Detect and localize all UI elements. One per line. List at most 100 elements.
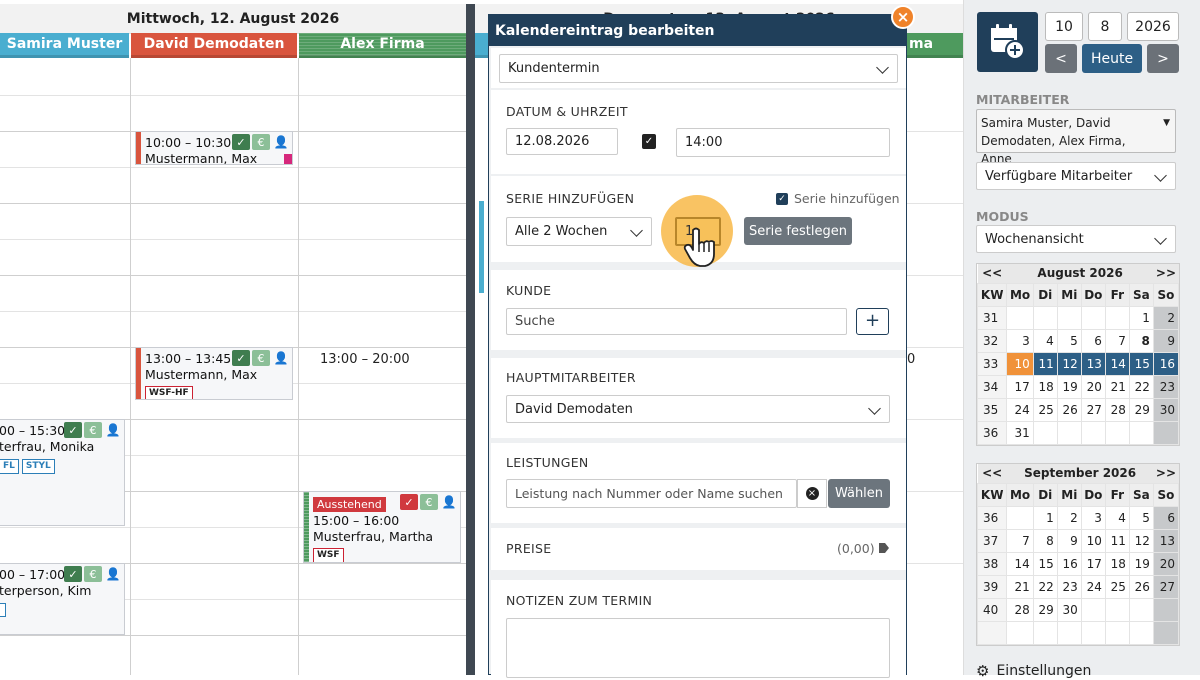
column-alex-firma[interactable]: Alex Firma: [299, 33, 466, 58]
day-cell[interactable]: 8: [1032, 528, 1058, 553]
day-cell[interactable]: 7: [1006, 528, 1034, 553]
event-mustermann-max-1300[interactable]: 13:00 – 13:45 Mustermann, Max WSF-HF ✓ €…: [135, 347, 293, 400]
day-cell[interactable]: 7: [1104, 328, 1130, 353]
week-number[interactable]: 34: [976, 374, 1008, 399]
settings-link[interactable]: ⚙ Einstellungen: [976, 662, 1091, 680]
mode-select[interactable]: Wochenansicht: [976, 225, 1176, 253]
day-cell[interactable]: 28: [1104, 397, 1130, 422]
week-number[interactable]: 38: [976, 551, 1008, 576]
week-number[interactable]: 36: [976, 420, 1008, 445]
day-cell[interactable]: 22: [1032, 574, 1058, 599]
day-cell[interactable]: 11: [1032, 351, 1058, 376]
day-cell[interactable]: 14: [1104, 351, 1130, 376]
day-cell[interactable]: 23: [1152, 374, 1180, 399]
column-david-demodaten[interactable]: David Demodaten: [131, 33, 297, 58]
day-cell[interactable]: 25: [1104, 574, 1130, 599]
week-number[interactable]: 35: [976, 397, 1008, 422]
day-cell[interactable]: 27: [1080, 397, 1106, 422]
event-mustermann-max-1000[interactable]: 10:00 – 10:30 Mustermann, Max ✓ € 👤: [135, 131, 293, 165]
event-musterperson-kim[interactable]: 00 – 17:00 terperson, Kim ✓ € 👤: [0, 563, 125, 635]
day-cell[interactable]: 14: [1006, 551, 1034, 576]
day-cell[interactable]: 21: [1104, 374, 1130, 399]
date-input[interactable]: 12.08.2026: [506, 128, 618, 155]
week-number[interactable]: [976, 620, 1008, 645]
series-checkbox[interactable]: ✓: [776, 193, 788, 205]
event-strip-day2[interactable]: [479, 201, 484, 293]
customer-search-input[interactable]: Suche: [506, 308, 847, 335]
day-cell[interactable]: 19: [1056, 374, 1082, 399]
day-cell[interactable]: 30: [1152, 397, 1180, 422]
next-month-button[interactable]: >>: [1153, 264, 1179, 283]
close-dialog-button[interactable]: ×: [891, 5, 915, 29]
series-checkbox-label[interactable]: Serie hinzufügen: [794, 191, 900, 206]
set-series-button[interactable]: Serie festlegen: [744, 217, 852, 245]
week-number[interactable]: 40: [976, 597, 1008, 622]
day-cell[interactable]: 22: [1128, 374, 1154, 399]
day-input[interactable]: 10: [1045, 12, 1083, 41]
day-cell[interactable]: 16: [1152, 351, 1180, 376]
day-cell[interactable]: 13: [1080, 351, 1106, 376]
series-interval-select[interactable]: Alle 2 Wochen: [506, 217, 652, 246]
day-cell[interactable]: 9: [1056, 528, 1082, 553]
day-cell[interactable]: 11: [1104, 528, 1130, 553]
time-input[interactable]: 14:00: [676, 128, 890, 157]
day-cell[interactable]: 18: [1032, 374, 1058, 399]
day-cell[interactable]: 26: [1056, 397, 1082, 422]
day-cell[interactable]: 8: [1128, 328, 1154, 353]
event-alex-block-time[interactable]: 13:00 – 20:00: [320, 352, 410, 367]
day-cell[interactable]: 17: [1006, 374, 1034, 399]
day-cell[interactable]: 19: [1128, 551, 1154, 576]
clear-icon[interactable]: ×: [797, 479, 827, 508]
week-number[interactable]: 36: [976, 505, 1008, 530]
day-cell[interactable]: 16: [1056, 551, 1082, 576]
day-cell[interactable]: 4: [1032, 328, 1058, 353]
day-cell[interactable]: 20: [1080, 374, 1106, 399]
day-cell[interactable]: 26: [1128, 574, 1154, 599]
add-customer-button[interactable]: +: [856, 308, 889, 335]
next-button[interactable]: >: [1147, 44, 1179, 73]
day-cell[interactable]: 17: [1080, 551, 1106, 576]
day-cell[interactable]: 10: [1006, 351, 1034, 376]
day-cell[interactable]: 4: [1104, 505, 1130, 530]
event-musterfrau-monika[interactable]: 00 – 15:30 terfrau, Monika FL STYL ✓ € 👤: [0, 419, 125, 526]
day-cell[interactable]: 6: [1152, 505, 1180, 530]
calendar-check-icon[interactable]: ✓: [642, 134, 656, 149]
day-cell[interactable]: 20: [1152, 551, 1180, 576]
day-cell[interactable]: 29: [1128, 397, 1154, 422]
prev-month-button[interactable]: <<: [977, 264, 1007, 283]
day-cell[interactable]: 2: [1152, 305, 1180, 330]
choose-services-button[interactable]: Wählen: [828, 479, 890, 508]
notes-textarea[interactable]: [506, 618, 890, 678]
day-cell[interactable]: 12: [1128, 528, 1154, 553]
day-cell[interactable]: 12: [1056, 351, 1082, 376]
week-number[interactable]: 39: [976, 574, 1008, 599]
column-alex-day2[interactable]: ma: [907, 33, 963, 58]
day-cell[interactable]: 13: [1152, 528, 1180, 553]
day-cell[interactable]: 24: [1080, 574, 1106, 599]
month-input[interactable]: 8: [1088, 12, 1122, 41]
day-cell[interactable]: 5: [1128, 505, 1154, 530]
week-number[interactable]: 37: [976, 528, 1008, 553]
day-cell[interactable]: 10: [1080, 528, 1106, 553]
day-cell[interactable]: 15: [1032, 551, 1058, 576]
day-cell[interactable]: 5: [1056, 328, 1082, 353]
column-samira-muster[interactable]: Samira Muster: [0, 33, 129, 58]
event-musterfrau-martha[interactable]: Ausstehend 15:00 – 16:00 Musterfrau, Mar…: [303, 491, 461, 563]
prev-month-button[interactable]: <<: [977, 464, 1007, 483]
week-number[interactable]: 31: [976, 305, 1008, 330]
year-input[interactable]: 2026: [1127, 12, 1179, 41]
prev-button[interactable]: <: [1045, 44, 1077, 73]
day-cell[interactable]: 23: [1056, 574, 1082, 599]
day-cell[interactable]: 25: [1032, 397, 1058, 422]
day-cell[interactable]: 18: [1104, 551, 1130, 576]
day-cell[interactable]: 30: [1056, 597, 1082, 622]
day-cell[interactable]: 2: [1056, 505, 1082, 530]
day-cell[interactable]: 6: [1080, 328, 1106, 353]
day-cell[interactable]: 21: [1006, 574, 1034, 599]
new-appointment-button[interactable]: [977, 12, 1038, 72]
day-cell[interactable]: 31: [1006, 420, 1034, 445]
day-cell[interactable]: 1: [1032, 505, 1058, 530]
day-cell[interactable]: 1: [1128, 305, 1154, 330]
day-cell[interactable]: 3: [1080, 505, 1106, 530]
staff-multiselect[interactable]: Samira Muster, David Demodaten, Alex Fir…: [976, 109, 1176, 166]
